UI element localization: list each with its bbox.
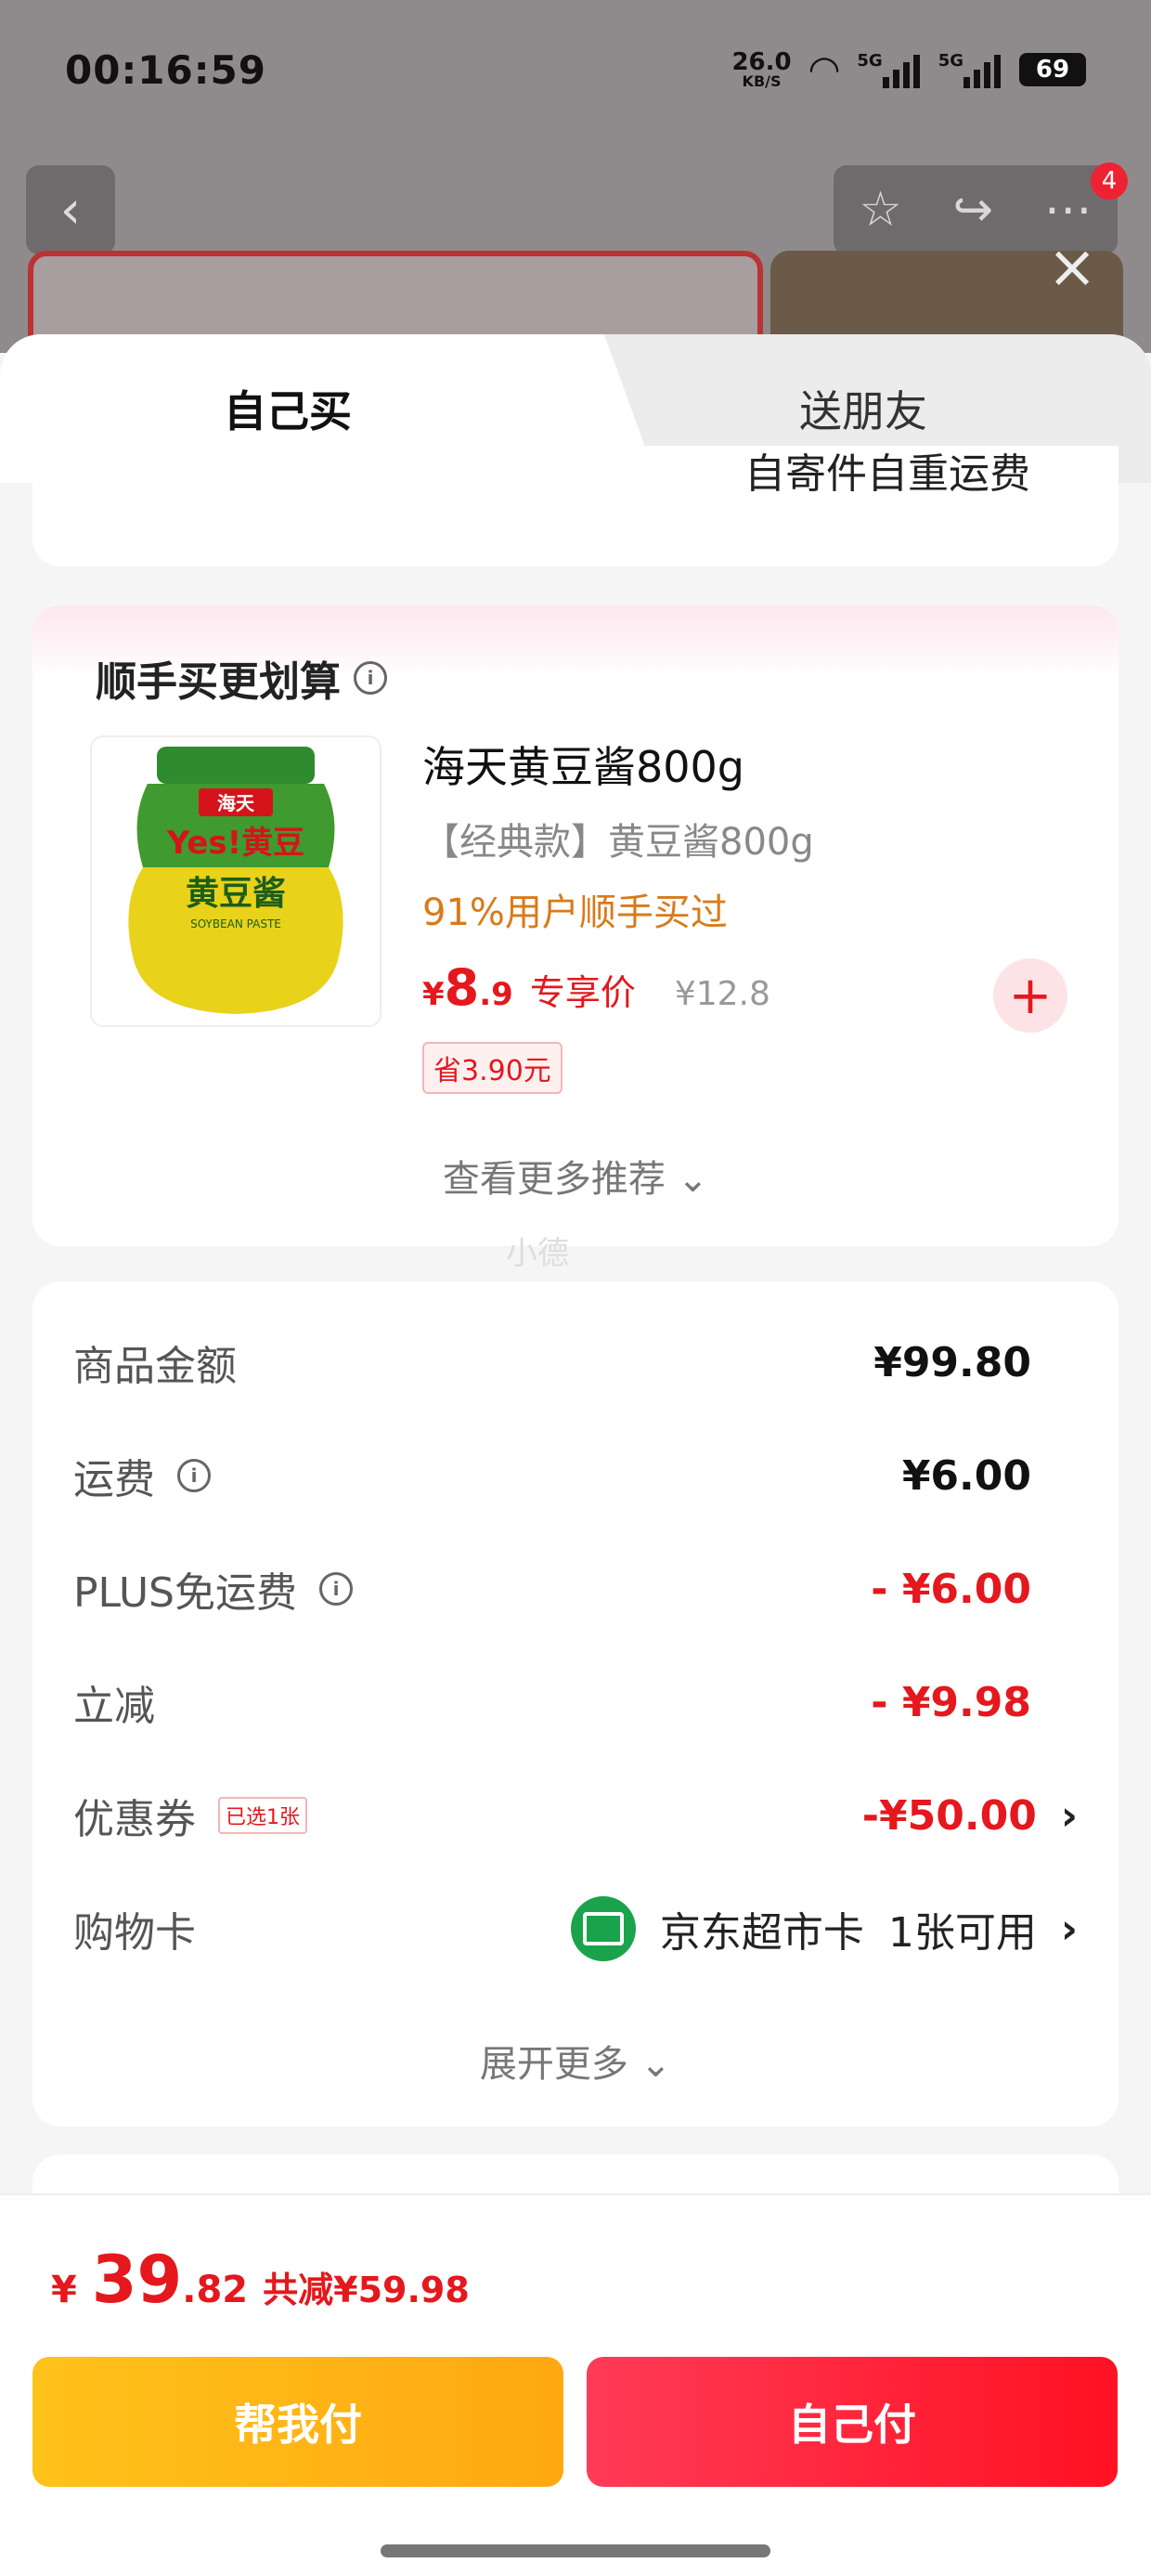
watermark: 小德 xyxy=(506,1235,569,1272)
tab-gift[interactable]: 送朋友 xyxy=(576,334,1151,483)
share-icon[interactable]: ↪ xyxy=(953,182,994,238)
svg-text:黄豆酱: 黄豆酱 xyxy=(186,875,286,913)
product-subtitle: 【经典款】黄豆酱800g xyxy=(422,821,814,864)
total-price: ¥ 39 .82 共减¥59.98 xyxy=(51,2242,470,2318)
card-name: 京东超市卡 xyxy=(659,1909,864,1957)
chevron-right-icon: › xyxy=(1060,1905,1078,1953)
save-badge: 省3.90元 xyxy=(422,1042,563,1094)
home-indicator[interactable] xyxy=(381,2544,770,2557)
back-button[interactable]: ‹ xyxy=(26,165,115,254)
soybean-paste-jar-image: 海天 Yes!黄豆 黄豆酱 SOYBEAN PASTE xyxy=(128,747,343,1014)
price-summary-card: 商品金额 ¥99.80 运费 i ¥6.00 PLUS免运费 i - ¥6.00 立… xyxy=(32,1281,1119,2127)
price-row: ¥8.9 专享价 ¥12.8 xyxy=(422,958,770,1017)
recommend-card: 顺手买更划算 i 海天 Yes!黄豆 黄豆酱 SOYBEAN PASTE 海天黄… xyxy=(32,605,1119,1272)
original-price: ¥12.8 xyxy=(674,975,770,1013)
chevron-right-icon: › xyxy=(1060,1791,1078,1840)
product-image[interactable]: 海天 Yes!黄豆 黄豆酱 SOYBEAN PASTE xyxy=(90,735,382,1027)
product-popularity: 91%用户顺手买过 xyxy=(422,891,728,934)
row-plus-free-shipping: PLUS免运费 i - ¥6.00 xyxy=(73,1565,1031,1618)
more-icon[interactable]: ⋯ xyxy=(1044,182,1093,238)
special-price: ¥8.9 xyxy=(422,958,513,1017)
signal-icon: 5G xyxy=(857,51,920,88)
total-discount: 共减¥59.98 xyxy=(263,2270,470,2310)
product-name[interactable]: 海天黄豆酱800g xyxy=(422,734,744,795)
signal-icon-2: 5G xyxy=(938,51,1001,88)
battery-icon: 69 xyxy=(1019,53,1086,86)
row-shopping-card[interactable]: 购物卡 京东超市卡 1张可用 › xyxy=(73,1896,1078,1961)
row-shipping: 运费 i ¥6.00 xyxy=(73,1451,1031,1504)
info-icon[interactable]: i xyxy=(177,1459,211,1492)
star-icon[interactable]: ☆ xyxy=(859,182,902,238)
card-available: 1张可用 xyxy=(887,1909,1037,1957)
status-bar: 00:16:59 26.0 KB/S ◠ 5G 5G 69 xyxy=(65,37,1086,102)
bottom-pay-bar: ¥ 39 .82 共减¥59.98 帮我付 自己付 xyxy=(0,2193,1151,2576)
recommend-title: 顺手买更划算 i xyxy=(96,648,387,708)
info-icon[interactable]: i xyxy=(319,1572,353,1606)
add-to-cart-button[interactable]: + xyxy=(993,958,1067,1033)
wifi-icon: ◠ xyxy=(809,48,839,91)
coupon-selected-badge: 已选1张 xyxy=(218,1797,307,1834)
svg-text:海天: 海天 xyxy=(217,792,255,814)
svg-text:SOYBEAN PASTE: SOYBEAN PASTE xyxy=(190,917,281,930)
self-pay-button[interactable]: 自己付 xyxy=(587,2357,1118,2487)
chevron-left-icon: ‹ xyxy=(59,179,82,241)
help-pay-button[interactable]: 帮我付 xyxy=(32,2357,563,2487)
more-recommendations-link[interactable]: 查看更多推荐 ⌄ xyxy=(32,1149,1119,1203)
svg-text:Yes!黄豆: Yes!黄豆 xyxy=(166,825,304,862)
supermarket-card-icon xyxy=(570,1896,636,1961)
more-badge: 4 xyxy=(1091,163,1128,200)
row-goods-amount: 商品金额 ¥99.80 xyxy=(73,1338,1031,1391)
close-icon[interactable]: × xyxy=(1044,238,1100,297)
info-icon[interactable]: i xyxy=(354,661,387,695)
row-coupon[interactable]: 优惠券 已选1张 -¥50.00 › xyxy=(73,1783,1078,1848)
plus-icon: + xyxy=(1008,965,1053,1026)
net-speed: 26.0 KB/S xyxy=(731,48,792,90)
expand-more-link[interactable]: 展开更多 ⌄ xyxy=(32,2034,1119,2088)
clock: 00:16:59 xyxy=(65,46,266,93)
row-instant-discount: 立减 - ¥9.98 xyxy=(73,1678,1031,1731)
price-label: 专享价 xyxy=(529,972,636,1013)
